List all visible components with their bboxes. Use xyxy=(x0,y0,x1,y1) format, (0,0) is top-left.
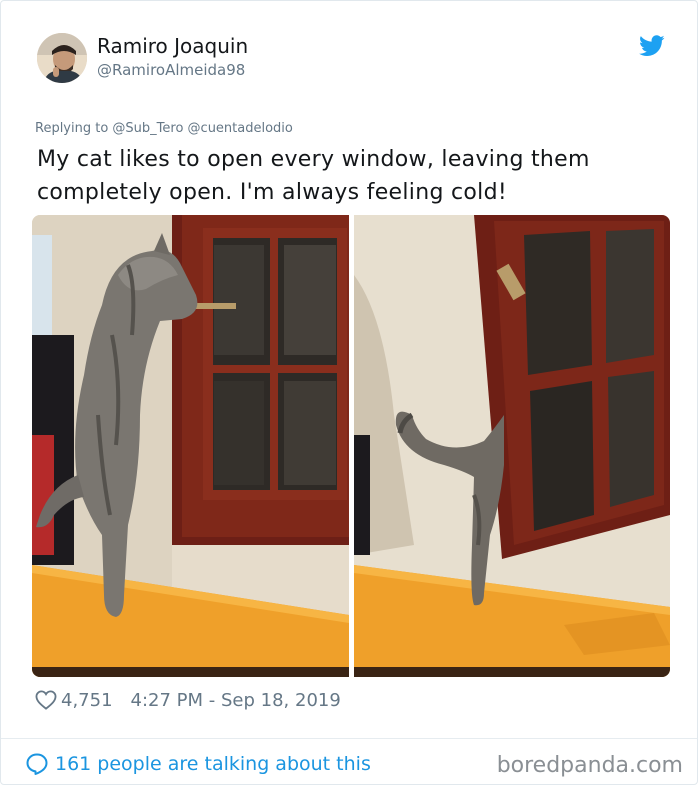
like-count[interactable]: 4,751 xyxy=(61,690,113,711)
heart-outline-icon[interactable] xyxy=(35,690,57,710)
tweet-header: Ramiro Joaquin @RamiroAlmeida98 xyxy=(37,33,669,89)
tweet-media[interactable] xyxy=(32,215,670,677)
replying-to-line: Replying to @Sub_Tero @cuentadelodio xyxy=(35,121,293,136)
conversation-text[interactable]: 161 people are talking about this xyxy=(55,753,371,775)
photo-window-left-open[interactable] xyxy=(354,215,670,677)
speech-bubble-icon xyxy=(26,753,48,775)
tweet-meta: 4,751 4:27 PM - Sep 18, 2019 xyxy=(35,687,341,713)
author-display-name[interactable]: Ramiro Joaquin xyxy=(97,34,248,58)
twitter-bird-icon[interactable] xyxy=(639,35,665,57)
conversation-link[interactable]: 161 people are talking about this xyxy=(25,751,371,777)
boredpanda-watermark: boredpanda.com xyxy=(496,753,683,778)
tweet-text: My cat likes to open every window, leavi… xyxy=(37,147,590,205)
timestamp[interactable]: 4:27 PM - Sep 18, 2019 xyxy=(131,690,341,711)
author-handle[interactable]: @RamiroAlmeida98 xyxy=(97,61,245,79)
tweet-card: Ramiro Joaquin @RamiroAlmeida98 Replying… xyxy=(0,0,698,785)
footer-divider xyxy=(1,738,697,739)
photo-cat-opening-window[interactable] xyxy=(32,215,349,677)
avatar[interactable] xyxy=(37,33,87,83)
